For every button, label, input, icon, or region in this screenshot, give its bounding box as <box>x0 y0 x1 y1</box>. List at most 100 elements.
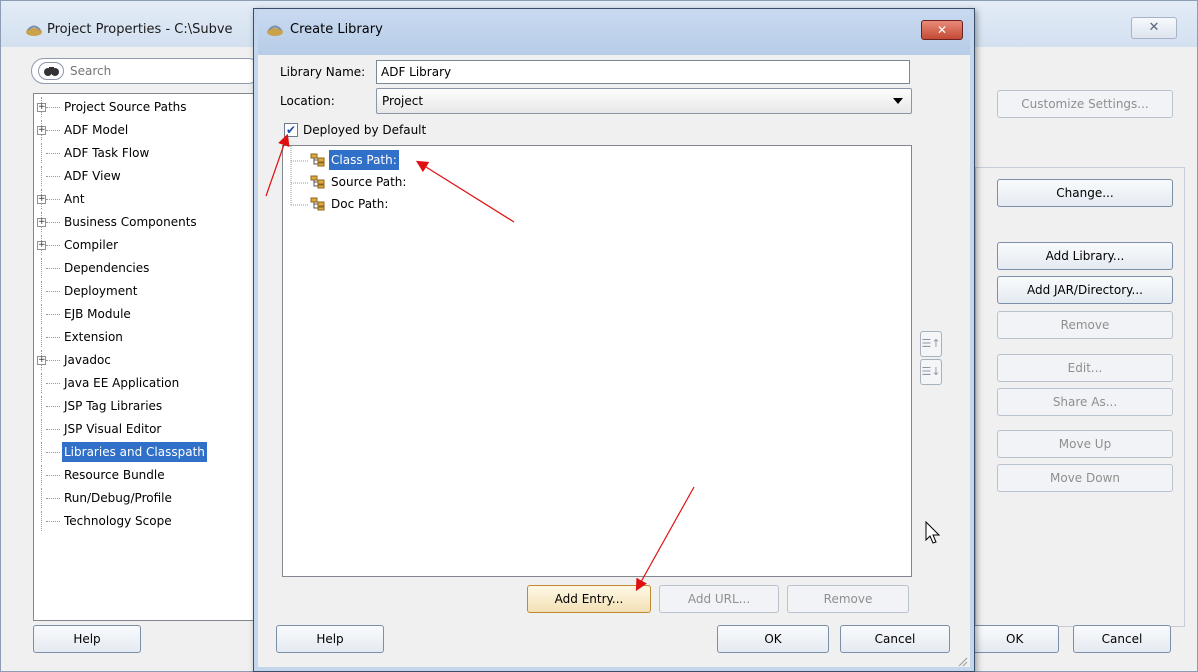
tree-line <box>46 337 60 338</box>
tree-line <box>46 245 60 246</box>
expand-plus-icon[interactable]: + <box>37 126 46 135</box>
binoculars-search-icon <box>38 62 64 80</box>
nav-item[interactable]: ADF Task Flow <box>34 143 260 163</box>
nav-item[interactable]: Libraries and Classpath <box>34 442 260 462</box>
nav-item[interactable]: Resource Bundle <box>34 465 260 485</box>
create-library-ok-button[interactable]: OK <box>717 625 829 653</box>
nav-item[interactable]: Run/Debug/Profile <box>34 488 260 508</box>
search-input[interactable] <box>70 62 250 80</box>
tree-line <box>46 475 60 476</box>
path-folder-tree-icon <box>310 175 325 189</box>
create-library-help-button[interactable]: Help <box>276 625 384 653</box>
create-library-dialog: Create Library ✕ Library Name: Location:… <box>253 8 975 672</box>
expand-plus-icon[interactable]: + <box>37 241 46 250</box>
project-properties-title: Project Properties - C:\Subve <box>47 22 233 37</box>
nav-item[interactable]: EJB Module <box>34 304 260 324</box>
library-paths-tree[interactable]: Class Path: Source Path: Doc Path: <box>282 145 912 577</box>
library-path-node[interactable]: Source Path: <box>310 172 510 192</box>
move-entry-up-button[interactable]: ☰↑ <box>920 331 942 357</box>
nav-item[interactable]: + Javadoc <box>34 350 260 370</box>
nav-item[interactable]: ADF View <box>34 166 260 186</box>
resize-grip-icon[interactable] <box>958 657 968 667</box>
library-path-node[interactable]: Class Path: <box>310 150 510 170</box>
expand-plus-icon[interactable]: + <box>37 218 46 227</box>
library-path-label: Doc Path: <box>331 197 389 211</box>
move-down-button[interactable]: Move Down <box>997 464 1173 492</box>
tree-line <box>41 442 42 462</box>
project-properties-nav-tree[interactable]: + Project Source Paths + ADF Model ADF Task … <box>33 93 261 621</box>
tree-line <box>41 419 42 439</box>
path-folder-tree-icon <box>310 153 325 167</box>
nav-item-label: Libraries and Classpath <box>62 442 207 462</box>
remove-button[interactable]: Remove <box>997 311 1173 339</box>
nav-item-label: ADF View <box>64 169 121 183</box>
nav-item[interactable]: JSP Tag Libraries <box>34 396 260 416</box>
tree-line <box>46 291 60 292</box>
nav-item[interactable]: JSP Visual Editor <box>34 419 260 439</box>
edit-button[interactable]: Edit... <box>997 354 1173 382</box>
nav-item[interactable]: Extension <box>34 327 260 347</box>
share-as-button[interactable]: Share As... <box>997 388 1173 416</box>
library-name-input[interactable] <box>376 60 910 84</box>
tree-line <box>41 143 42 163</box>
nav-item[interactable]: Deployment <box>34 281 260 301</box>
tree-line <box>46 452 60 453</box>
nav-item[interactable]: + ADF Model <box>34 120 260 140</box>
move-entry-down-button[interactable]: ☰↓ <box>920 359 942 385</box>
expand-plus-icon[interactable]: + <box>37 103 46 112</box>
add-jar-directory-button[interactable]: Add JAR/Directory... <box>997 276 1173 304</box>
tree-line <box>46 107 60 108</box>
deployed-by-default-checkbox[interactable]: ✔ <box>284 123 298 137</box>
tree-line <box>46 153 60 154</box>
deployed-by-default-label: Deployed by Default <box>303 123 427 137</box>
location-label: Location: <box>280 94 335 108</box>
nav-item[interactable]: + Ant <box>34 189 260 209</box>
nav-item[interactable]: Technology Scope <box>34 511 260 531</box>
nav-item[interactable]: Dependencies <box>34 258 260 278</box>
project-properties-close-button[interactable]: ✕ <box>1131 17 1177 39</box>
nav-item-label: Business Components <box>64 215 197 229</box>
tree-line <box>41 511 42 531</box>
nav-item-label: EJB Module <box>64 307 131 321</box>
nav-item-label: Run/Debug/Profile <box>64 491 172 505</box>
library-path-label: Class Path: <box>329 150 399 170</box>
jdeveloper-app-icon <box>26 25 42 36</box>
add-library-button[interactable]: Add Library... <box>997 242 1173 270</box>
tree-line <box>46 176 60 177</box>
search-field[interactable] <box>31 58 261 84</box>
path-folder-tree-icon <box>310 197 325 211</box>
nav-item[interactable]: + Compiler <box>34 235 260 255</box>
nav-item-label: JSP Visual Editor <box>64 422 162 436</box>
tree-line <box>46 130 60 131</box>
tree-line <box>41 373 42 393</box>
nav-item-label: Extension <box>64 330 123 344</box>
tree-line <box>41 281 42 301</box>
expand-plus-icon[interactable]: + <box>37 356 46 365</box>
add-entry-button[interactable]: Add Entry... <box>527 585 651 613</box>
project-cancel-button[interactable]: Cancel <box>1073 625 1171 653</box>
expand-plus-icon[interactable]: + <box>37 195 46 204</box>
library-name-label: Library Name: <box>280 65 366 79</box>
nav-item-label: Resource Bundle <box>64 468 165 482</box>
create-library-cancel-button[interactable]: Cancel <box>840 625 950 653</box>
nav-item-label: Deployment <box>64 284 138 298</box>
remove-entry-button[interactable]: Remove <box>787 585 909 613</box>
project-help-button[interactable]: Help <box>33 625 141 653</box>
tree-line <box>41 488 42 508</box>
library-path-node[interactable]: Doc Path: <box>310 194 510 214</box>
nav-item[interactable]: + Project Source Paths <box>34 97 260 117</box>
move-up-button[interactable]: Move Up <box>997 430 1173 458</box>
nav-item[interactable]: + Business Components <box>34 212 260 232</box>
tree-line <box>46 199 60 200</box>
nav-item-label: JSP Tag Libraries <box>64 399 163 413</box>
add-url-button[interactable]: Add URL... <box>659 585 779 613</box>
nav-item-label: ADF Task Flow <box>64 146 150 160</box>
tree-line <box>46 521 60 522</box>
nav-item[interactable]: Java EE Application <box>34 373 260 393</box>
project-ok-button[interactable]: OK <box>961 625 1059 653</box>
tree-line <box>46 429 60 430</box>
customize-settings-button[interactable]: Customize Settings... <box>997 90 1173 118</box>
nav-item-label: Java EE Application <box>64 376 180 390</box>
tree-line <box>41 465 42 485</box>
location-dropdown[interactable]: Project <box>376 88 912 114</box>
